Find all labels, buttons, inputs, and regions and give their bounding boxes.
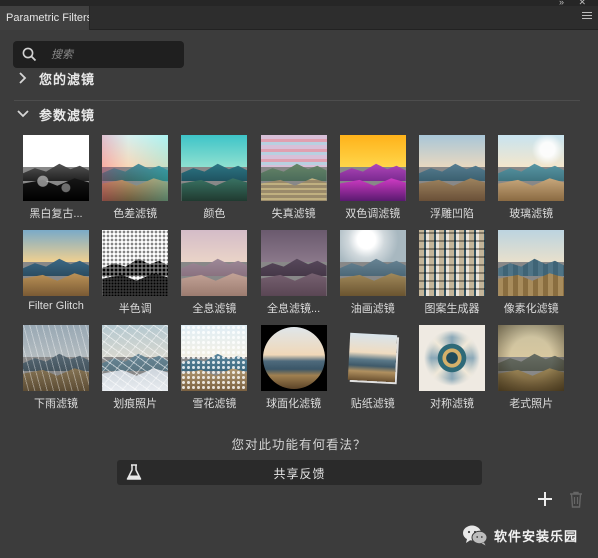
filter-label: 失真滤镜 [271,208,316,220]
filter-thumbnail [23,135,89,201]
filter-thumbnail [498,230,565,296]
filter-label: 全息滤镜 [192,303,237,315]
filter-tile-symmetry[interactable]: 对称滤镜 [412,325,492,411]
panel-menu-icon[interactable] [582,12,592,22]
filter-thumbnail [498,325,565,391]
filter-label: 颜色 [203,208,226,220]
filter-tile-oil[interactable]: 油画滤镜 [333,230,413,316]
filter-label: Filter Glitch [28,300,84,312]
filter-tile-duotone[interactable]: 双色调滤镜 [333,135,413,221]
filter-thumbnail [419,325,485,391]
filter-label: 像素化滤镜 [503,303,559,315]
filter-tile-sticker[interactable]: 贴纸滤镜 [333,325,413,411]
filter-label: 老式照片 [509,398,554,410]
filter-thumbnail [339,230,406,296]
filter-tile-pattern[interactable]: 图案生成器 [412,230,492,316]
wechat-icon [463,525,488,546]
filter-thumbnail [181,325,248,391]
trash-icon[interactable] [569,491,583,508]
filter-tile-pixel[interactable]: 像素化滤镜 [491,230,571,316]
watermark-label: 软件安装乐园 [494,528,579,544]
filter-label: 半色调 [118,303,152,315]
filter-thumbnail [260,325,327,391]
filter-thumbnail [181,230,248,296]
filter-thumbnail [339,325,406,391]
filter-tile-holo[interactable]: 全息滤镜 [174,230,254,316]
filter-tile-distort[interactable]: 失真滤镜 [254,135,334,221]
filter-label: 贴纸滤镜 [350,398,395,410]
search-icon [22,47,37,62]
tab-parametric-filters[interactable]: Parametric Filters [0,6,90,30]
filter-tile-snow[interactable]: 雪花滤镜 [174,325,254,411]
share-feedback-label: 共享反馈 [273,467,326,481]
filter-label: 黑白复古... [29,208,83,220]
filter-tile-holo2[interactable]: 全息滤镜... [254,230,334,316]
section-your-filters[interactable]: 您的滤镜 [16,68,95,88]
filter-tile-color[interactable]: 颜色 [174,135,254,221]
search-input[interactable] [51,45,176,64]
filter-thumbnail [23,325,89,391]
filter-tile-sphere[interactable]: 球面化滤镜 [254,325,334,411]
filter-tile-chromatic[interactable]: 色差滤镜 [95,135,175,221]
section-parametric-filters[interactable]: 参数滤镜 [16,104,95,124]
panel-tab-bar: Parametric Filters [0,6,598,30]
filter-thumbnail [23,230,89,296]
plus-icon[interactable] [538,492,552,506]
filter-tile-emboss[interactable]: 浮雕凹陷 [412,135,492,221]
filter-tile-scratch[interactable]: 划痕照片 [95,325,175,411]
filter-thumbnail [102,230,169,296]
filter-thumbnail [498,135,565,201]
filter-tile-glitch[interactable]: Filter Glitch [16,230,96,312]
filter-thumbnail [102,325,169,391]
filter-tile-vintage[interactable]: 老式照片 [491,325,571,411]
filter-label: 玻璃滤镜 [509,208,554,220]
filter-thumbnail [339,135,406,201]
chevron-right-icon [19,72,27,84]
filter-thumbnail [181,135,248,201]
section-label: 您的滤镜 [39,71,96,87]
search-box[interactable] [13,41,184,68]
filter-label: 图案生成器 [424,303,480,315]
filter-label: 浮雕凹陷 [430,208,474,220]
share-feedback-button[interactable]: 共享反馈 [117,460,482,485]
filter-thumbnail [102,135,169,201]
filter-thumbnail [260,135,327,201]
filter-thumbnail [260,230,327,296]
filter-label: 雪花滤镜 [192,398,237,410]
watermark: 软件安装乐园 [462,524,578,546]
filter-label: 双色调滤镜 [345,208,401,220]
filter-thumbnail [419,230,485,296]
filter-tile-halftone[interactable]: 半色调 [95,230,175,316]
filter-tile-rain[interactable]: 下雨滤镜 [16,325,96,411]
filter-label: 下雨滤镜 [34,398,78,410]
feedback-question: 您对此功能有何看法？ [231,438,367,452]
filter-label: 球面化滤镜 [266,398,322,410]
filter-tile-bw[interactable]: 黑白复古... [16,135,96,221]
filter-label: 色差滤镜 [113,208,158,220]
chevron-down-icon [17,110,29,118]
filter-label: 全息滤镜... [267,303,321,315]
filter-label: 油画滤镜 [350,303,395,315]
filter-label: 划痕照片 [113,398,158,410]
section-label: 参数滤镜 [39,107,96,123]
filter-thumbnail [419,135,485,201]
filter-label: 对称滤镜 [430,398,474,410]
filter-tile-glass[interactable]: 玻璃滤镜 [491,135,571,221]
section-divider [14,100,580,101]
